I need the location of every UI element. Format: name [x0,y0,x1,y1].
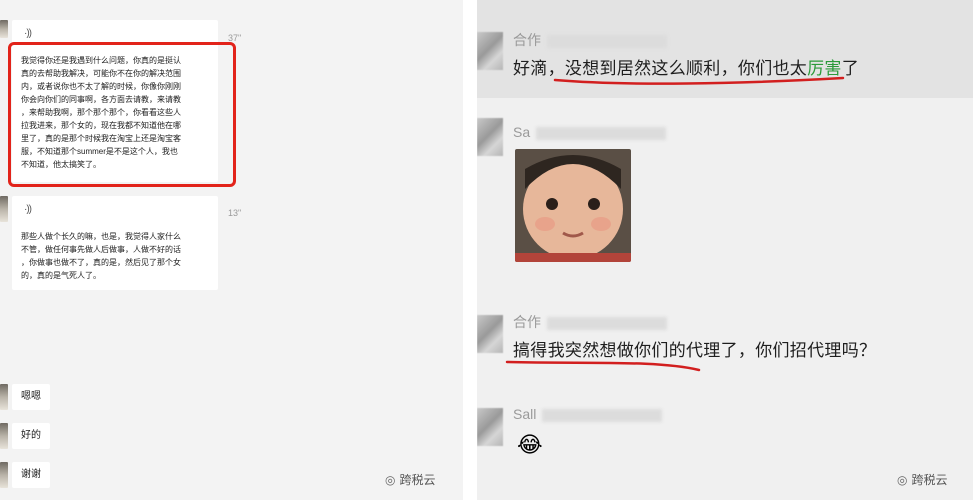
avatar[interactable] [0,20,8,38]
blurred-name [542,408,663,422]
avatar[interactable] [0,462,8,488]
laughing-emoji[interactable]: 😂 [517,432,543,458]
message-bubble[interactable]: 谢谢 [12,462,50,488]
message-bubble[interactable]: 嗯嗯 [12,384,50,410]
transcript-line: ，你做事也做不了，真的是，然后见了那个女 [21,258,181,267]
voice-message-bubble[interactable]: ·)) 那些人做个长久的嘛，也是，我觉得人家什么 不管，做任何事先做人后做事，人… [12,196,218,290]
wechat-icon: ◎ [897,473,908,487]
watermark: ◎ 跨税云 [385,471,436,488]
sender-name-text: Sall [513,406,537,422]
transcript-line: 的，真的是气死人了。 [21,271,101,280]
voice-duration: 13" [228,208,242,218]
message-bubble[interactable]: 好的 [12,423,50,449]
right-chat-panel: 合作 好滴，没想到居然这么顺利，你们也太厉害了 Sa 合作 搞得我突然想做你们的… [477,0,973,500]
watermark-text: 跨税云 [399,473,436,487]
red-underline [505,360,701,372]
avatar[interactable] [0,423,8,449]
voice-transcript: 那些人做个长久的嘛，也是，我觉得人家什么 不管，做任何事先做人后做事，人做不好的… [21,230,181,282]
watermark: ◎ 跨税云 [897,471,948,488]
watermark-text: 跨税云 [911,473,948,487]
highlight-box [8,42,236,187]
sender-name: Sall [513,406,663,422]
avatar[interactable] [477,408,503,446]
left-chat-panel: ·)) 我觉得你还是我遇到什么问题，你真的是挺认 真的去帮助我解决，可能你不在你… [0,0,463,500]
voice-icon[interactable]: ·)) [24,204,32,215]
transcript-line: 那些人做个长久的嘛，也是，我觉得人家什么 [21,232,181,241]
voice-icon[interactable]: ·)) [24,28,32,39]
transcript-line: 不管，做任何事先做人后做事，人做不好的话 [21,245,181,254]
avatar[interactable] [0,196,8,222]
avatar[interactable] [0,384,8,410]
wechat-icon: ◎ [385,473,396,487]
